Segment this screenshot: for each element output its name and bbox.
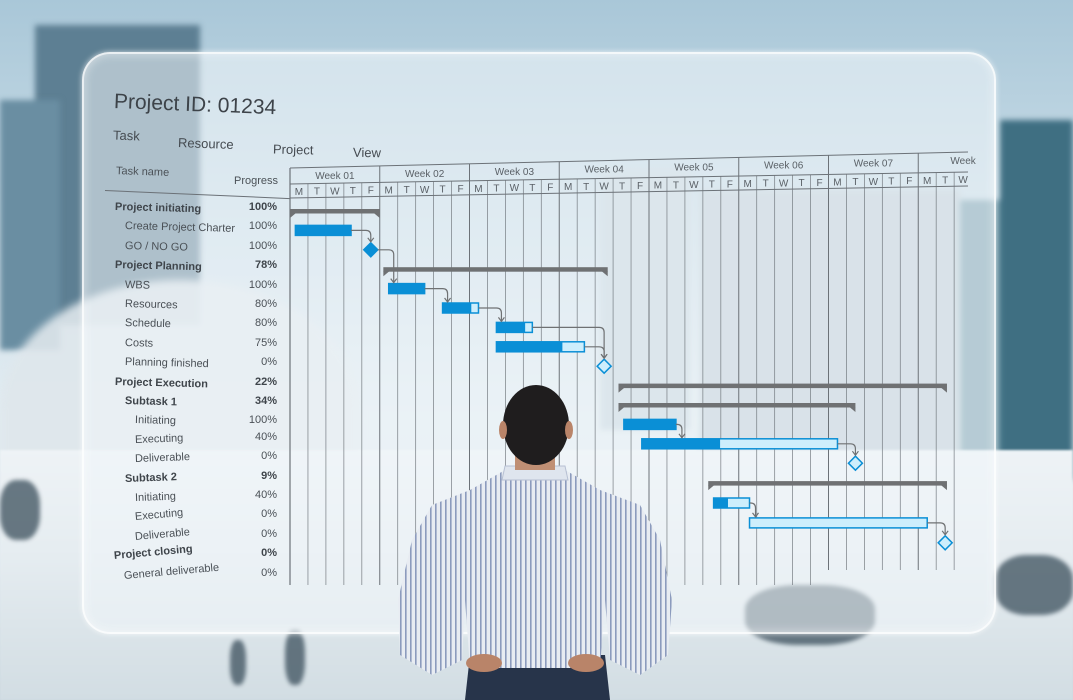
shirt [398, 470, 672, 675]
person [398, 385, 672, 700]
left-hand [466, 654, 502, 672]
head-hair [503, 385, 569, 465]
right-hand [568, 654, 604, 672]
